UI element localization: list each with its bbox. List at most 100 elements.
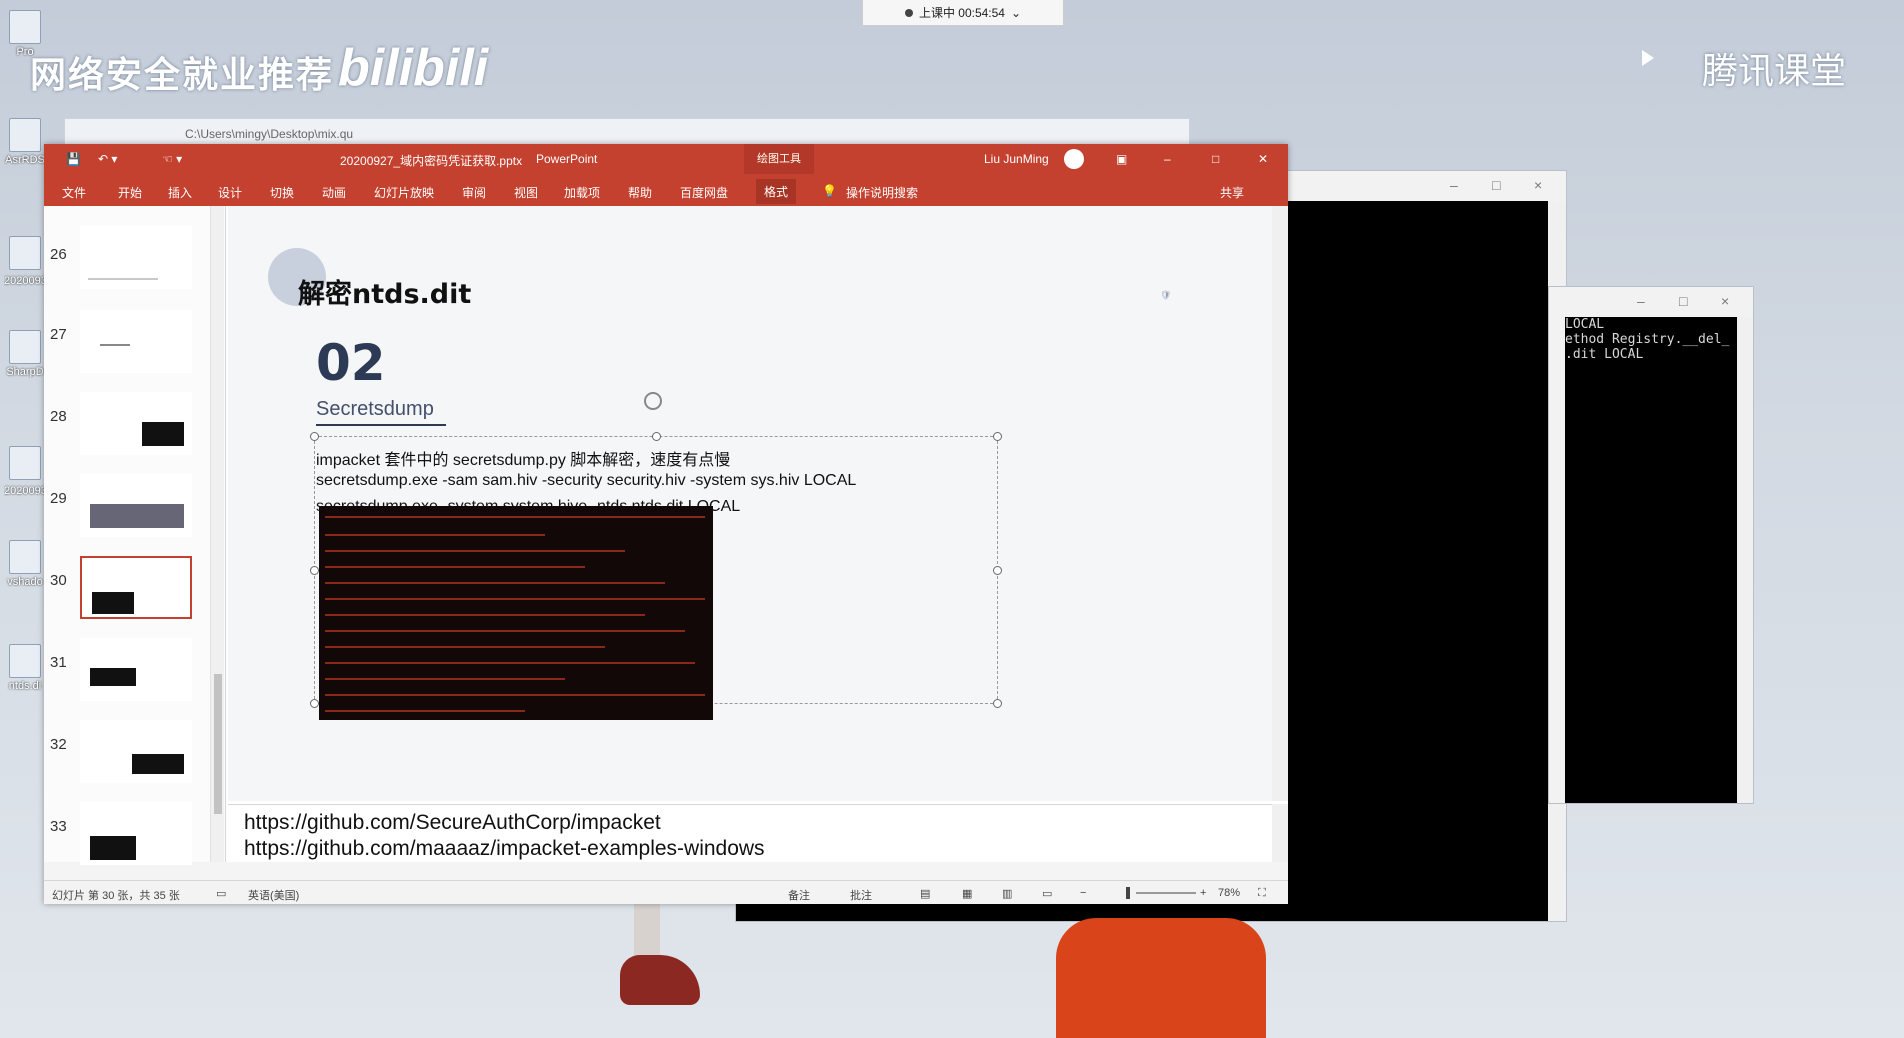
zoom-level[interactable]: 78% (1218, 887, 1240, 899)
tab-slideshow[interactable]: 幻灯片放映 (374, 184, 434, 201)
slide-thumbnail[interactable] (80, 226, 192, 289)
terminal-window-2[interactable]: – □ × LOCAL ethod Registry.__del_ .dit LOC… (1548, 286, 1754, 804)
play-icon (1642, 50, 1654, 66)
resize-handle[interactable] (310, 432, 319, 441)
maximize-icon[interactable]: □ (1212, 152, 1219, 166)
slide-editor[interactable]: 解密ntds.dit 🛡 02 Secretsdump impacket 套件中… (228, 206, 1272, 801)
user-name[interactable]: Liu JunMing (984, 152, 1049, 166)
terminal-line: LOCAL (1565, 317, 1605, 332)
tab-home[interactable]: 开始 (118, 184, 142, 201)
slide-thumbnail[interactable] (80, 310, 192, 373)
slide-scrollbar[interactable] (1272, 206, 1288, 801)
slide-thumbnail-selected[interactable] (80, 556, 192, 619)
fit-slide-icon[interactable]: ⛶ (1258, 887, 1266, 900)
reading-view-icon[interactable]: ▥ (1002, 887, 1012, 900)
slide-text-line[interactable]: impacket 套件中的 secretsdump.py 脚本解密，速度有点慢 (316, 446, 730, 470)
desktop-icon[interactable]: AsrRDS (4, 118, 46, 166)
window-controls: – □ × (1637, 293, 1733, 309)
notes-link[interactable]: https://github.com/maaaaz/impacket-examp… (244, 837, 765, 861)
slide-thumbnail[interactable] (80, 720, 192, 783)
class-timer[interactable]: 上课中 00:54:54 ⌄ (862, 0, 1064, 26)
notes-pane[interactable]: https://github.com/SecureAuthCorp/impack… (228, 804, 1272, 862)
resize-handle[interactable] (310, 699, 319, 708)
minimize-icon[interactable]: – (1450, 177, 1462, 193)
desktop-icon[interactable]: ntds.di (4, 644, 46, 692)
resize-handle[interactable] (310, 566, 319, 575)
tab-review[interactable]: 审阅 (462, 184, 486, 201)
minimize-icon[interactable]: – (1637, 293, 1649, 309)
slideshow-icon[interactable]: ▭ (1042, 887, 1052, 900)
slide-sorter-icon[interactable]: ▦ (962, 887, 972, 900)
brand-text: 网络安全就业推荐 (30, 55, 335, 96)
avatar[interactable] (1064, 149, 1084, 169)
share-button[interactable]: 共享 (1220, 184, 1244, 201)
thumb-number: 32 (50, 736, 67, 753)
notes-link[interactable]: https://github.com/SecureAuthCorp/impack… (244, 811, 661, 835)
slide-thumbnail[interactable] (80, 474, 192, 537)
desktop-icon[interactable]: 2020093 域内凭证 (4, 446, 46, 498)
tab-baidu-netdisk[interactable]: 百度网盘 (680, 184, 728, 201)
close-icon[interactable]: ✕ (1258, 152, 1268, 166)
slide-canvas[interactable]: 解密ntds.dit 🛡 02 Secretsdump impacket 套件中… (228, 206, 1272, 801)
file-icon (9, 118, 41, 152)
record-icon (904, 8, 913, 17)
slide-thumbnail[interactable] (80, 638, 192, 701)
zoom-slider-thumb[interactable] (1126, 887, 1130, 899)
undo-icon[interactable]: ↶ ▾ (98, 152, 117, 166)
maximize-icon[interactable]: □ (1492, 177, 1504, 193)
terminal-output[interactable]: LOCAL ethod Registry.__del_ .dit LOCAL (1565, 317, 1737, 803)
minimize-icon[interactable]: – (1164, 152, 1171, 166)
powerpoint-window[interactable]: 💾 ↶ ▾ ☜ ▾ 20200927_域内密码凭证获取.pptx PowerPo… (44, 144, 1288, 904)
normal-view-icon[interactable]: ▤ (920, 887, 930, 900)
zoom-in-icon[interactable]: + (1200, 887, 1206, 899)
terminal-line: .dit LOCAL (1565, 347, 1644, 362)
close-icon[interactable]: × (1534, 177, 1546, 193)
save-icon[interactable]: 💾 (66, 152, 81, 166)
rotate-handle[interactable] (644, 392, 662, 410)
ribbon-display-icon[interactable]: ▣ (1116, 152, 1127, 166)
tab-insert[interactable]: 插入 (168, 184, 192, 201)
desktop-icon[interactable]: SharpD (4, 330, 46, 378)
zoom-out-icon[interactable]: − (1080, 887, 1086, 899)
resize-handle[interactable] (652, 432, 661, 441)
zoom-slider[interactable] (1136, 892, 1196, 894)
slide-text-line[interactable]: secretsdump.exe -sam sam.hiv -security s… (316, 472, 856, 490)
resize-handle[interactable] (993, 699, 1002, 708)
tab-view[interactable]: 视图 (514, 184, 538, 201)
language-indicator[interactable]: 英语(美国) (248, 887, 299, 903)
desktop-icon[interactable]: 2020093 密码凭 (4, 236, 46, 288)
scroll-thumb[interactable] (214, 674, 222, 814)
terminal-screenshot-image[interactable] (319, 506, 713, 720)
terminal-scrollbar[interactable] (1737, 317, 1753, 803)
thumbnail-scrollbar[interactable] (210, 206, 224, 862)
slide-thumbnail[interactable] (80, 392, 192, 455)
tab-format[interactable]: 格式 (756, 179, 797, 204)
tab-transitions[interactable]: 切换 (270, 184, 294, 201)
close-icon[interactable]: × (1721, 293, 1733, 309)
tab-design[interactable]: 设计 (218, 184, 242, 201)
comments-button[interactable]: 批注 (850, 887, 872, 903)
desktop-icon[interactable]: Pro (4, 10, 46, 58)
tab-animations[interactable]: 动画 (322, 184, 346, 201)
slide-thumbnail[interactable] (80, 802, 192, 865)
tab-addins[interactable]: 加载项 (564, 184, 600, 201)
spellcheck-icon[interactable]: ▭ (216, 887, 226, 900)
touch-mode-icon[interactable]: ☜ ▾ (162, 152, 182, 166)
desktop-icon[interactable]: vshado (4, 540, 46, 588)
tab-help[interactable]: 帮助 (628, 184, 652, 201)
notes-scrollbar[interactable] (1272, 804, 1288, 862)
slide-title[interactable]: 解密ntds.dit (298, 272, 471, 311)
tab-file[interactable]: 文件 (62, 184, 86, 201)
thumbnail-pane[interactable]: 26 27 28 29 30 31 32 33 (44, 206, 226, 865)
notes-button[interactable]: 备注 (788, 887, 810, 903)
tell-me-search[interactable]: 操作说明搜索 (846, 184, 918, 201)
maximize-icon[interactable]: □ (1679, 293, 1691, 309)
resize-handle[interactable] (993, 432, 1002, 441)
slide-subtitle[interactable]: Secretsdump (316, 398, 434, 421)
terminal-line: ethod Registry.__del_ (1565, 332, 1730, 347)
resize-handle[interactable] (993, 566, 1002, 575)
chevron-down-icon[interactable]: ⌄ (1011, 6, 1021, 20)
slide-section-number[interactable]: 02 (316, 334, 386, 392)
slide-logo: 🛡 (1160, 290, 1172, 300)
mascot-leg (634, 900, 660, 960)
